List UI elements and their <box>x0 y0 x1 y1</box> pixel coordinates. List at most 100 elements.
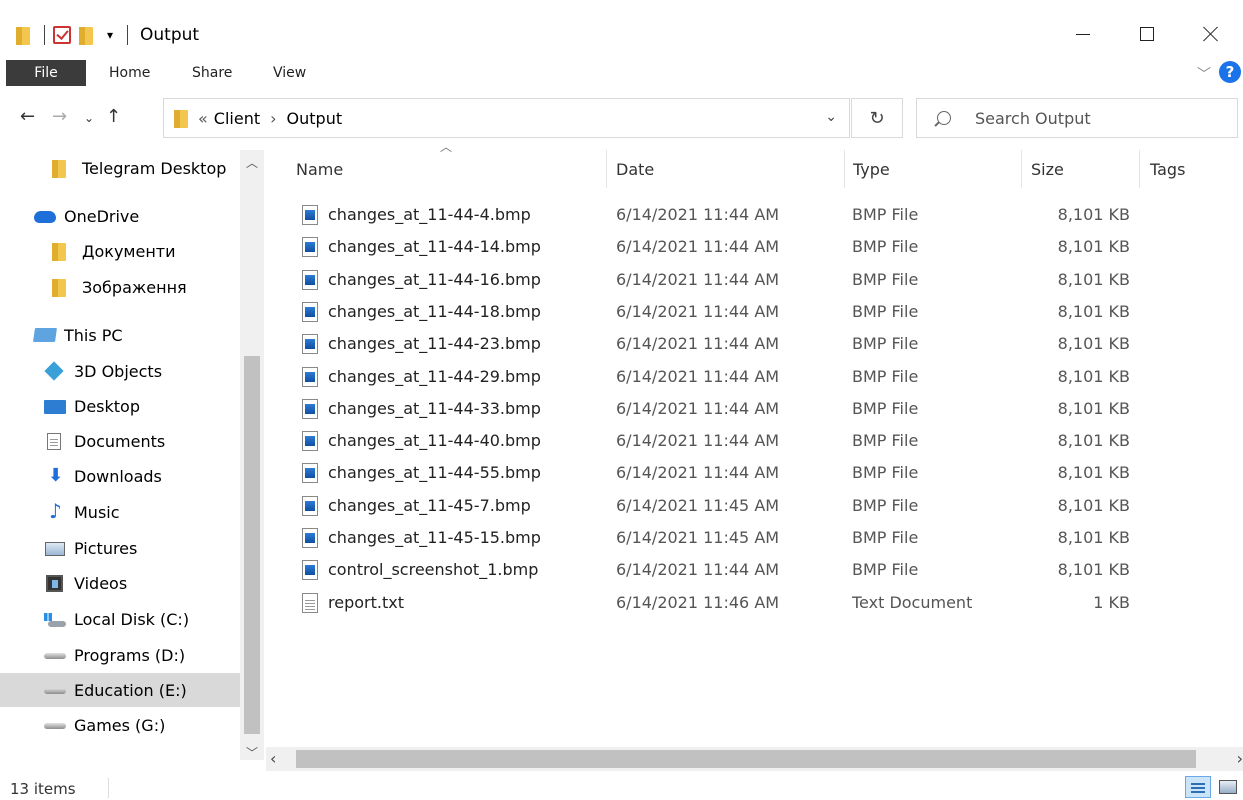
file-size: 8,101 KB <box>1057 205 1130 224</box>
breadcrumb-chevron-icon[interactable]: › <box>270 109 276 128</box>
column-divider[interactable] <box>606 150 607 188</box>
refresh-button[interactable]: ↻ <box>851 98 903 138</box>
address-bar[interactable]: « Client › Output ⌄ <box>163 98 850 138</box>
column-divider[interactable] <box>1139 150 1140 188</box>
navigation-pane[interactable]: Telegram Desktop OneDrive Документи Зображе… <box>0 150 266 760</box>
scroll-left-icon[interactable]: ‹ <box>270 749 276 768</box>
file-name: changes_at_11-44-14.bmp <box>328 237 541 256</box>
tab-home[interactable]: Home <box>109 65 150 81</box>
toolbar-separator <box>127 25 129 45</box>
expand-ribbon-chevron-icon[interactable]: ﹀ <box>1197 64 1211 84</box>
scroll-up-icon[interactable]: ︿ <box>246 154 258 171</box>
file-date: 6/14/2021 11:44 AM <box>616 399 780 418</box>
search-input[interactable]: Search Output <box>916 98 1238 138</box>
forward-arrow-icon[interactable]: → <box>52 106 67 127</box>
folder-icon <box>52 278 74 297</box>
address-history-chevron-icon[interactable]: ⌄ <box>825 109 837 125</box>
nav-item-label: Music <box>74 502 120 522</box>
column-header-date[interactable]: Date <box>616 160 654 179</box>
tab-file[interactable]: File <box>6 60 86 86</box>
file-row[interactable]: changes_at_11-45-15.bmp 6/14/2021 11:45 A… <box>296 522 1196 554</box>
file-row[interactable]: changes_at_11-44-33.bmp 6/14/2021 11:44 A… <box>296 393 1196 425</box>
file-size: 8,101 KB <box>1057 302 1130 321</box>
nav-item-9[interactable]: ⬇ Downloads <box>0 459 240 493</box>
file-list-horizontal-scrollbar[interactable]: ‹ › <box>266 747 1243 771</box>
breadcrumb-output[interactable]: Output <box>287 109 343 128</box>
scrollbar-thumb[interactable] <box>296 750 1196 768</box>
breadcrumb-client[interactable]: Client <box>214 109 260 128</box>
scroll-right-icon[interactable]: › <box>1237 749 1243 768</box>
nav-item-14[interactable]: Programs (D:) <box>0 638 240 672</box>
maximize-button[interactable] <box>1115 14 1179 54</box>
large-icons-view-icon[interactable] <box>1215 776 1241 798</box>
file-row[interactable]: changes_at_11-44-23.bmp 6/14/2021 11:44 A… <box>296 328 1196 360</box>
music-icon: ♪ <box>49 499 62 523</box>
nav-item-10[interactable]: ♪ Music <box>0 495 240 529</box>
nav-item-label: Downloads <box>74 466 162 486</box>
tab-view[interactable]: View <box>273 65 306 81</box>
customize-toolbar-chevron-icon[interactable]: ▾ <box>107 28 113 42</box>
nav-item-1[interactable]: Telegram Desktop <box>0 151 240 185</box>
file-size: 8,101 KB <box>1057 399 1130 418</box>
details-view-icon[interactable] <box>1185 776 1211 798</box>
nav-item-15[interactable]: Education (E:) <box>0 673 240 707</box>
nav-item-2[interactable]: OneDrive <box>0 199 240 233</box>
nav-item-11[interactable]: Pictures <box>0 531 240 565</box>
column-header-tags[interactable]: Tags <box>1150 160 1185 179</box>
file-type: Text Document <box>852 593 973 612</box>
breadcrumb-overflow[interactable]: « <box>198 109 208 128</box>
file-row[interactable]: changes_at_11-44-55.bmp 6/14/2021 11:44 A… <box>296 457 1196 489</box>
bmp-file-icon <box>302 302 318 322</box>
3d-objects-icon <box>44 361 66 381</box>
column-divider[interactable] <box>844 150 845 188</box>
bmp-file-icon <box>302 463 318 483</box>
nav-item-5[interactable]: This PC <box>0 318 240 352</box>
close-button[interactable] <box>1179 14 1243 54</box>
help-button[interactable]: ? <box>1219 61 1241 83</box>
file-row[interactable]: changes_at_11-44-14.bmp 6/14/2021 11:44 A… <box>296 231 1196 263</box>
scroll-down-icon[interactable]: ﹀ <box>246 744 258 761</box>
file-row[interactable]: changes_at_11-44-29.bmp 6/14/2021 11:44 A… <box>296 361 1196 393</box>
drive-icon <box>44 716 66 734</box>
file-name: changes_at_11-44-29.bmp <box>328 367 541 386</box>
scrollbar-thumb[interactable] <box>244 356 260 734</box>
bmp-file-icon <box>302 237 318 257</box>
nav-item-7[interactable]: Desktop <box>0 389 240 423</box>
status-bar: 13 items <box>0 776 1243 800</box>
file-row[interactable]: changes_at_11-44-16.bmp 6/14/2021 11:44 A… <box>296 264 1196 296</box>
tab-share[interactable]: Share <box>192 65 232 81</box>
nav-item-12[interactable]: Videos <box>0 566 240 600</box>
column-header-size[interactable]: Size <box>1031 160 1064 179</box>
nav-item-4[interactable]: Зображення <box>0 270 240 304</box>
nav-item-13[interactable]: Local Disk (C:) <box>0 602 240 636</box>
bmp-file-icon <box>302 431 318 451</box>
file-size: 8,101 KB <box>1057 237 1130 256</box>
file-row[interactable]: changes_at_11-44-4.bmp 6/14/2021 11:44 AM… <box>296 199 1196 231</box>
bmp-file-icon <box>302 528 318 548</box>
nav-item-label: 3D Objects <box>74 361 163 381</box>
minimize-button[interactable] <box>1051 14 1115 54</box>
recent-locations-chevron-icon[interactable]: ⌄ <box>84 111 94 125</box>
nav-item-label: Desktop <box>74 396 140 416</box>
file-row[interactable]: changes_at_11-44-18.bmp 6/14/2021 11:44 A… <box>296 296 1196 328</box>
column-divider[interactable] <box>1021 150 1022 188</box>
nav-item-8[interactable]: Documents <box>0 424 240 458</box>
back-arrow-icon[interactable]: ← <box>20 106 35 127</box>
window-controls <box>1051 14 1243 54</box>
file-name: changes_at_11-44-18.bmp <box>328 302 541 321</box>
column-header-name[interactable]: Name <box>296 160 343 179</box>
window-title: Output <box>140 25 200 45</box>
nav-item-6[interactable]: 3D Objects <box>0 354 240 388</box>
nav-item-label: Pictures <box>74 538 138 558</box>
up-arrow-icon[interactable]: ↑ <box>106 106 121 127</box>
file-row[interactable]: changes_at_11-44-40.bmp 6/14/2021 11:44 A… <box>296 425 1196 457</box>
nav-item-16[interactable]: Games (G:) <box>0 708 240 742</box>
column-header-type[interactable]: Type <box>853 160 890 179</box>
file-row[interactable]: control_screenshot_1.bmp 6/14/2021 11:44 … <box>296 554 1196 586</box>
file-row[interactable]: changes_at_11-45-7.bmp 6/14/2021 11:45 AM… <box>296 490 1196 522</box>
nav-item-3[interactable]: Документи <box>0 234 240 268</box>
new-folder-icon[interactable] <box>79 26 93 45</box>
navigation-pane-scrollbar[interactable]: ︿ ﹀ <box>240 150 264 760</box>
file-row[interactable]: report.txt 6/14/2021 11:46 AM Text Documen… <box>296 587 1196 619</box>
properties-icon[interactable] <box>53 26 71 44</box>
